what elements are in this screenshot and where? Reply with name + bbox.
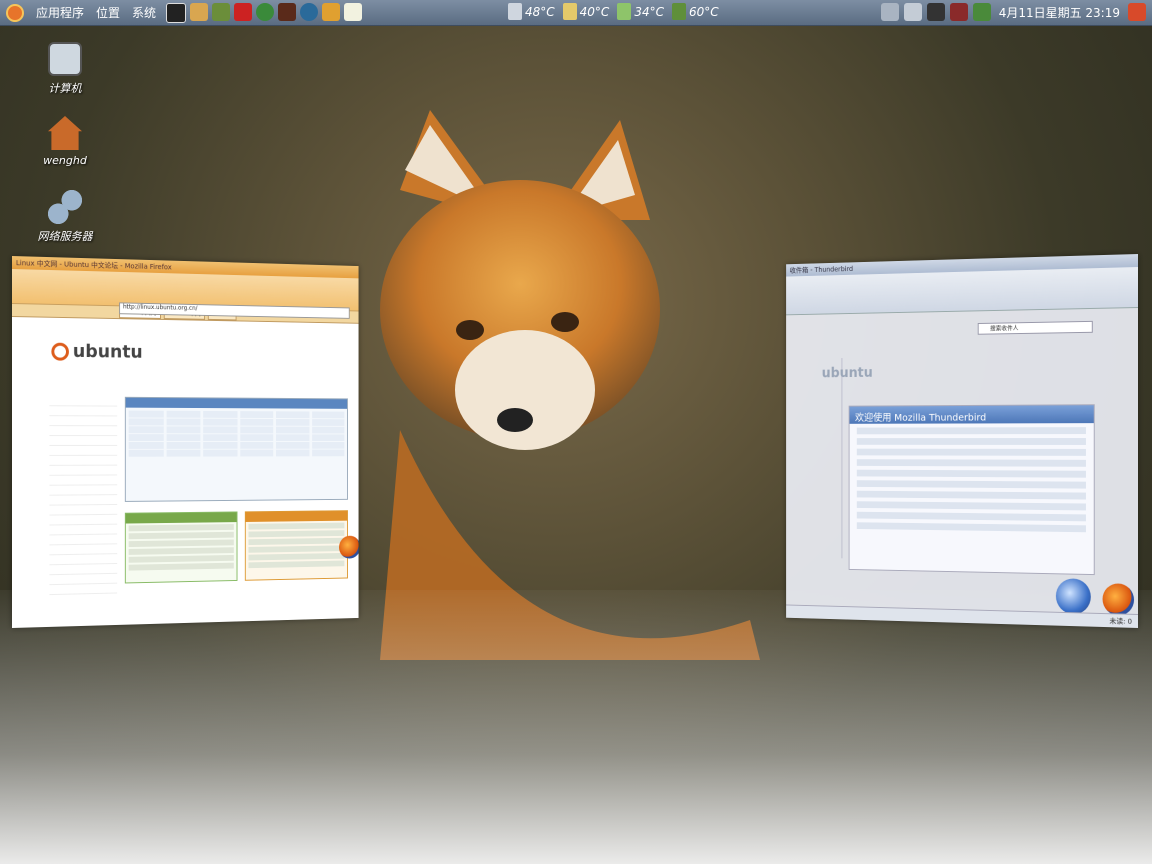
desktop-icon-home[interactable]: wenghd <box>30 116 100 167</box>
fox-wallpaper <box>380 110 760 660</box>
brand-text: ubuntu <box>821 365 873 382</box>
sensor-value: 34°C <box>634 4 664 19</box>
clock[interactable]: 4月11日星期五 23:19 <box>999 4 1120 21</box>
content-box-main <box>124 396 348 502</box>
terminal-icon[interactable] <box>166 2 187 23</box>
firefox-icon <box>339 535 359 559</box>
notepad-icon[interactable] <box>344 2 363 21</box>
brand-text: ubuntu <box>72 340 143 363</box>
menu-places[interactable]: 位置 <box>96 4 120 21</box>
network-servers-icon <box>48 190 82 224</box>
cpu-temp-icon <box>508 3 522 20</box>
tray-monitor-icon[interactable] <box>926 3 945 21</box>
folder-pane <box>791 358 843 559</box>
thunderbird-window[interactable]: 收件箱 - Thunderbird 搜索收件人 ubuntu 欢迎使用 Mozi… <box>786 254 1138 628</box>
ubuntu-circle-icon <box>51 342 69 361</box>
sensor-value: 60°C <box>688 4 719 19</box>
logout-icon[interactable] <box>1128 3 1146 21</box>
network-icon[interactable] <box>880 3 899 21</box>
tray-app-icon[interactable] <box>949 3 968 21</box>
temperature-sensors: 48°C 40°C 34°C 60°C <box>508 3 719 20</box>
menu-applications[interactable]: 应用程序 <box>36 4 84 21</box>
system-tray: 4月11日星期五 23:19 <box>880 3 1146 21</box>
desktop-icon-label: 网络服务器 <box>37 230 93 243</box>
thunderbird-icon <box>1055 578 1091 615</box>
chrome-icon[interactable] <box>256 2 275 21</box>
ranking-list <box>49 396 118 596</box>
edit-icon[interactable] <box>212 2 231 21</box>
reflection-floor <box>0 590 1152 864</box>
desktop-icon-network[interactable]: 网络服务器 <box>30 190 100 244</box>
penguin-icon[interactable] <box>322 2 341 21</box>
sensor-value: 48°C <box>525 4 555 19</box>
welcome-panel: 欢迎使用 Mozilla Thunderbird <box>848 404 1095 576</box>
ruby-icon[interactable] <box>234 2 253 21</box>
ubuntu-logo-icon[interactable] <box>6 3 24 22</box>
desktop-icon-computer[interactable]: 计算机 <box>30 42 100 96</box>
top-panel: 应用程序 位置 系统 48°C 40°C 34°C 60°C 4月11日星期五 … <box>0 0 1152 26</box>
welcome-heading: 欢迎使用 Mozilla Thunderbird <box>849 405 1094 424</box>
ubuntu-brand: ubuntu <box>51 340 143 363</box>
volume-icon[interactable] <box>903 3 922 21</box>
content-box-green <box>124 511 238 584</box>
gpu-temp-icon <box>617 3 632 20</box>
media-icon[interactable] <box>278 2 297 21</box>
home-icon <box>48 116 82 150</box>
search-input[interactable]: 搜索收件人 <box>977 320 1093 335</box>
desktop-icon-label: wenghd <box>43 154 87 167</box>
thunderbird-toolbar <box>786 267 1138 316</box>
computer-icon <box>48 42 82 76</box>
content-box-orange <box>244 510 348 581</box>
menu-system[interactable]: 系统 <box>132 4 156 21</box>
cat-icon[interactable] <box>190 2 209 21</box>
firefox-window[interactable]: Linux 中文网 - Ubuntu 中文论坛 - Mozilla Firefo… <box>12 256 359 628</box>
hdd-temp-icon <box>562 3 577 20</box>
desktop-icon-label: 计算机 <box>48 82 82 95</box>
sensor-value: 40°C <box>579 4 610 19</box>
firefox-icon <box>1102 583 1135 616</box>
board-temp-icon <box>671 3 686 20</box>
globe-icon[interactable] <box>300 2 319 21</box>
update-icon[interactable] <box>972 3 991 21</box>
